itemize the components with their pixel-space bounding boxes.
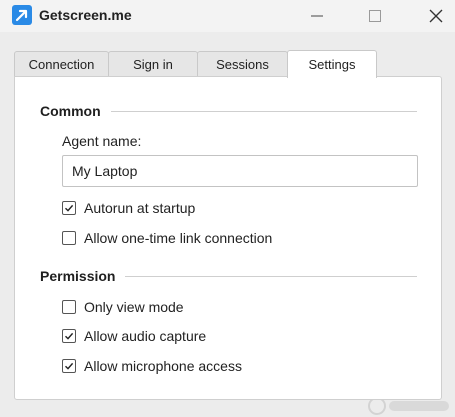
tab-label: Sign in [133,57,173,72]
close-button[interactable] [416,0,455,32]
minimize-button[interactable] [297,0,337,32]
tab-label: Sessions [216,57,269,72]
one-time-link-option[interactable]: Allow one-time link connection [62,229,272,247]
minimize-icon [311,15,323,17]
title-bar: Getscreen.me [0,0,455,32]
close-icon [429,9,443,23]
only-view-label: Only view mode [84,299,184,315]
only-view-option[interactable]: Only view mode [62,298,184,316]
microphone-label: Allow microphone access [84,358,242,374]
audio-capture-checkbox[interactable] [62,329,76,343]
autorun-option[interactable]: Autorun at startup [62,199,195,217]
one-time-link-checkbox[interactable] [62,231,76,245]
checkmark-icon [65,362,74,370]
only-view-checkbox[interactable] [62,300,76,314]
window-title: Getscreen.me [39,7,132,23]
audio-capture-label: Allow audio capture [84,328,207,344]
app-window: Getscreen.me Connection Sign in Sessions [0,0,455,417]
checkmark-icon [65,332,74,340]
checkmark-icon [65,204,74,212]
section-title-permission: Permission [40,268,126,284]
maximize-button[interactable] [355,0,395,32]
section-title-common: Common [40,103,111,119]
agent-name-label: Agent name: [62,133,142,149]
microphone-checkbox[interactable] [62,359,76,373]
settings-panel: Common Agent name: Autorun at startup Al… [14,76,442,400]
tab-sessions[interactable]: Sessions [197,51,288,77]
agent-name-input[interactable] [62,155,418,187]
one-time-link-label: Allow one-time link connection [84,230,273,246]
tab-label: Connection [28,57,95,72]
autorun-label: Autorun at startup [84,200,196,216]
tab-label: Settings [308,57,356,72]
getscreen-logo-icon [12,5,32,25]
microphone-option[interactable]: Allow microphone access [62,357,242,375]
audio-capture-option[interactable]: Allow audio capture [62,327,206,345]
tab-sign-in[interactable]: Sign in [108,51,198,77]
tab-bar: Connection Sign in Sessions Settings [14,50,377,78]
maximize-icon [369,10,381,22]
autorun-checkbox[interactable] [62,201,76,215]
tab-settings[interactable]: Settings [287,50,377,78]
tab-connection[interactable]: Connection [14,51,109,77]
